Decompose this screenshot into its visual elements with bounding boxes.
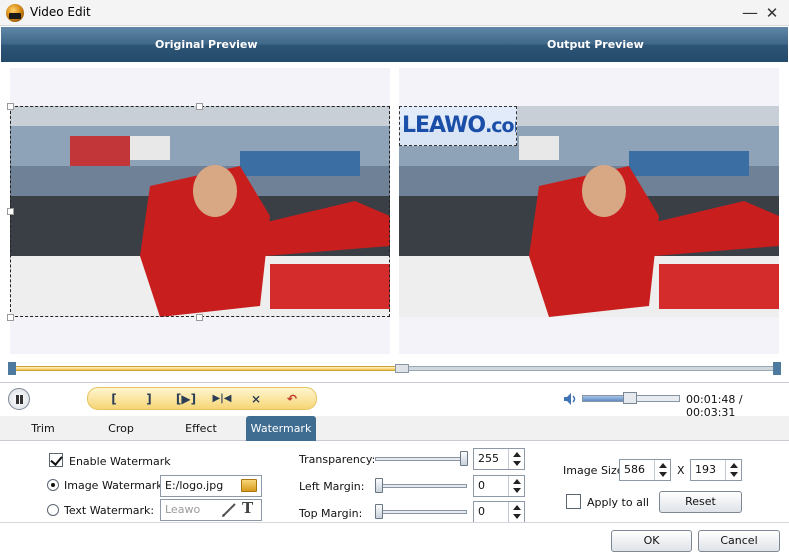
left-margin-spinner[interactable]: 0 [473,475,525,497]
top-margin-thumb[interactable] [375,504,383,519]
title-bar: Video Edit — ✕ [0,0,789,26]
transparency-slider[interactable] [375,457,467,461]
spinner-arrows-icon[interactable] [508,449,524,469]
tab-effect[interactable]: Effect [165,416,237,441]
apply-to-all-checkbox[interactable] [566,494,581,509]
timeline-thumb[interactable] [395,364,409,373]
trim-end-handle[interactable] [773,362,781,375]
tab-watermark[interactable]: Watermark [246,416,316,441]
output-preview-pane: LEAWO.com [399,68,779,354]
enable-watermark-checkbox[interactable] [49,453,63,467]
image-watermark-label: Image Watermark: [64,479,167,492]
transparency-label: Transparency: [299,453,376,466]
tab-trim[interactable]: Trim [8,416,78,441]
spinner-arrows-icon[interactable] [725,460,741,480]
trim-start-handle[interactable] [8,362,16,375]
left-margin-slider[interactable] [375,484,467,488]
image-width-spinner[interactable]: 586 [619,459,671,481]
pause-button[interactable] [8,388,30,410]
cancel-button[interactable]: Cancel [698,530,780,552]
text-watermark-radio[interactable] [47,504,59,516]
spinner-arrows-icon[interactable] [654,460,670,480]
collapse-icon[interactable]: ⨯ [244,390,268,408]
apply-to-all-label: Apply to all [587,496,649,509]
minimize-button[interactable]: — [740,3,760,23]
image-size-label: Image Size: [563,464,628,477]
spinner-arrows-icon[interactable] [508,476,524,496]
spinner-arrows-icon[interactable] [508,502,524,522]
tab-bar: Trim Crop Effect Watermark [0,416,789,441]
tab-crop[interactable]: Crop [86,416,156,441]
watermark-overlay[interactable]: LEAWO.com [399,106,517,146]
folder-icon[interactable] [241,479,257,492]
mark-in-icon[interactable]: [ [102,390,126,408]
crop-handle-left[interactable] [7,208,14,215]
top-margin-spinner[interactable]: 0 [473,501,525,523]
original-preview-pane [7,68,390,354]
step-frame-icon[interactable]: ▶|◀ [208,390,236,408]
current-time: 00:01:48 [686,393,736,406]
original-preview-label: Original Preview [155,38,258,51]
preview-area: LEAWO.com [1,62,788,364]
crop-handle-tl[interactable] [7,103,14,110]
footer-divider [0,522,789,523]
watermark-logo: LEAWO.com [402,113,516,138]
timeline-slider[interactable] [8,362,781,375]
reset-button[interactable]: Reset [659,491,742,513]
divider [0,382,789,383]
preview-header: Original Preview Output Preview [1,27,788,62]
enable-watermark-label: Enable Watermark [69,455,171,468]
left-margin-label: Left Margin: [299,480,365,493]
edit-toolbar: [ ] [▶] ▶|◀ ⨯ ↶ [87,387,317,410]
top-margin-slider[interactable] [375,510,467,514]
text-font-icon[interactable]: T [242,499,253,517]
left-margin-thumb[interactable] [375,478,383,493]
image-height-spinner[interactable]: 193 [690,459,742,481]
output-preview-label: Output Preview [547,38,644,51]
transparency-thumb[interactable] [460,451,468,466]
close-button[interactable]: ✕ [762,3,782,23]
mark-out-icon[interactable]: ] [137,390,161,408]
crop-frame[interactable] [10,106,390,317]
app-icon [6,4,24,22]
crop-handle-bl[interactable] [7,314,14,321]
window-title: Video Edit [30,5,91,19]
undo-icon[interactable]: ↶ [280,390,304,408]
volume-icon[interactable] [563,392,577,406]
ok-button[interactable]: OK [611,530,692,552]
transparency-spinner[interactable]: 255 [473,448,525,470]
crop-handle-top[interactable] [196,103,203,110]
crop-handle-bottom[interactable] [196,314,203,321]
play-segment-icon[interactable]: [▶] [172,390,200,408]
timeline-played [10,366,402,371]
watermark-panel: Enable Watermark Image Watermark: E:/log… [0,441,789,559]
image-watermark-radio[interactable] [47,479,59,491]
size-separator: X [677,464,685,477]
pencil-icon[interactable] [221,502,237,518]
top-margin-label: Top Margin: [299,507,363,520]
text-watermark-label: Text Watermark: [64,504,155,517]
volume-thumb[interactable] [623,392,637,404]
